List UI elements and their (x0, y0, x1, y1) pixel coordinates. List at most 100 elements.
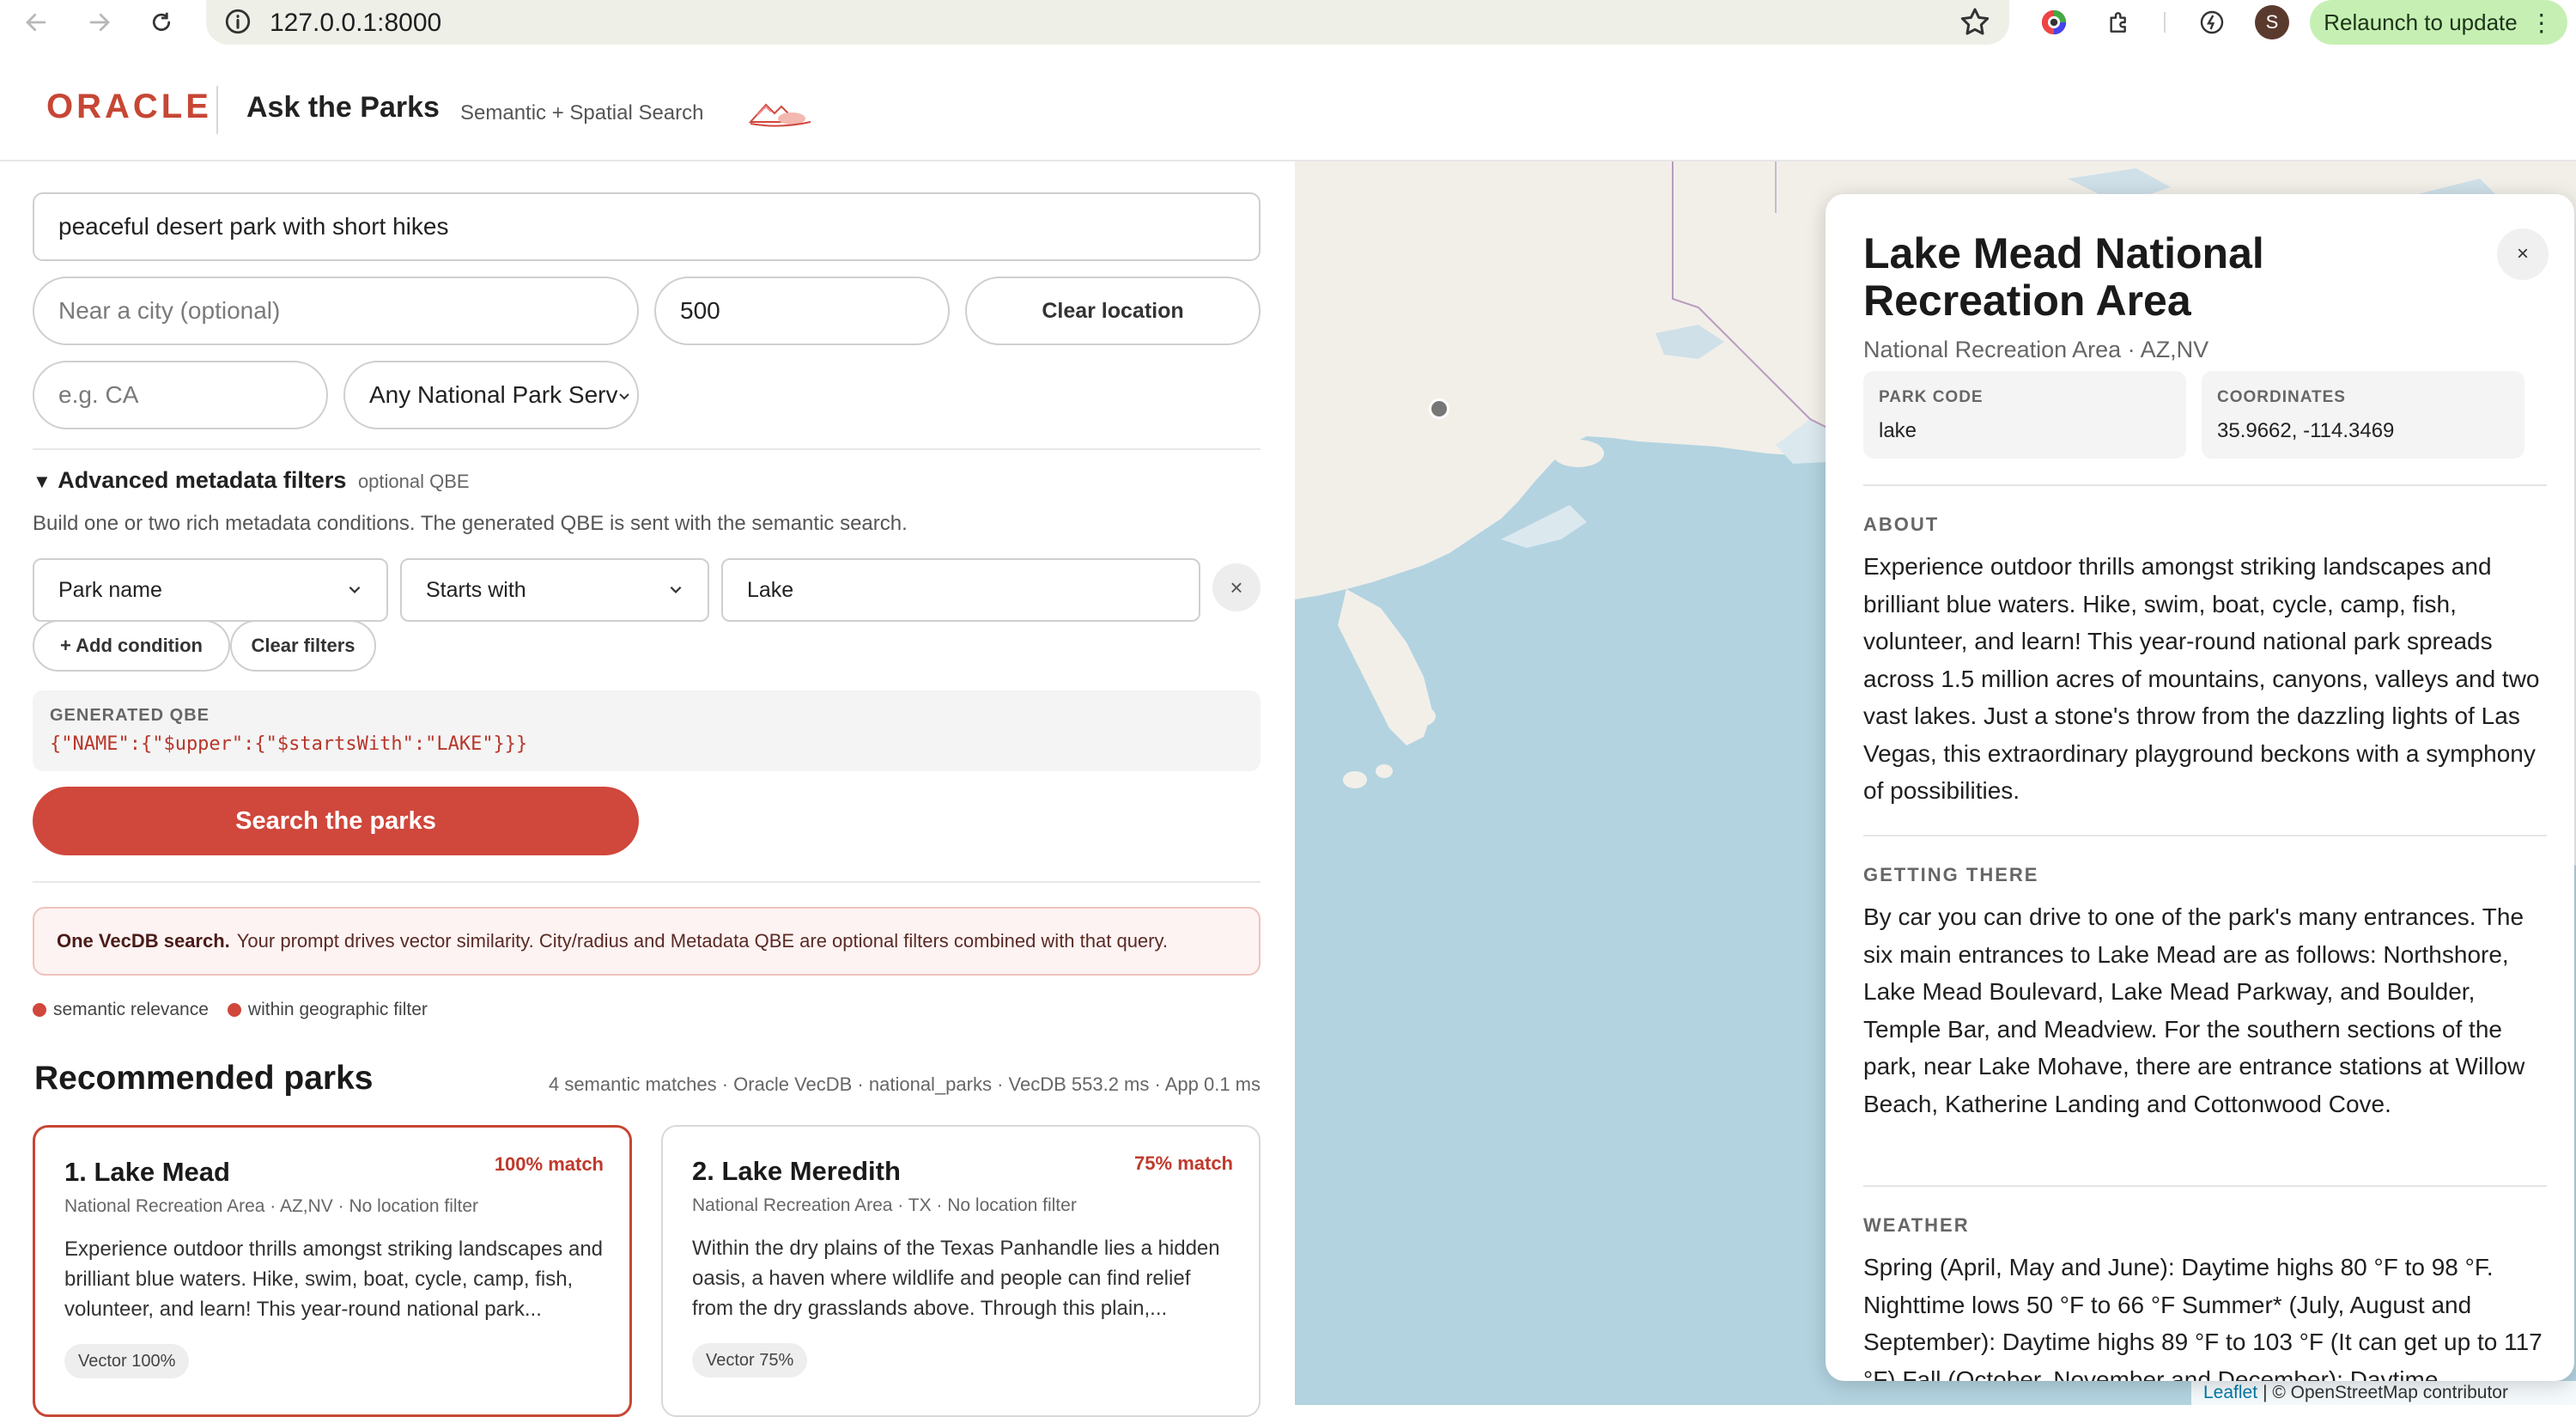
chevron-down-icon (668, 578, 683, 603)
results-meta: 4 semantic matches · Oracle VecDB · nati… (548, 1073, 1261, 1095)
site-info-icon[interactable] (223, 7, 252, 36)
query-text: peaceful desert park with short hikes (58, 213, 449, 240)
advanced-filters-toggle[interactable]: ▼ Advanced metadata filters optional QBE (33, 467, 470, 494)
operator-select[interactable]: Starts with (400, 558, 709, 622)
profile-avatar[interactable]: S (2255, 5, 2289, 40)
back-icon[interactable] (19, 5, 53, 40)
menu-dots-icon[interactable]: ⋮ (2530, 9, 2554, 37)
result-card[interactable]: 1. Lake Mead 100% match National Recreat… (33, 1125, 632, 1417)
osm-attribution: | © OpenStreetMap contributor (2263, 1383, 2508, 1402)
card-name: 1. Lake Mead (64, 1157, 230, 1187)
field-value: Park name (58, 577, 162, 602)
park-mountain-icon (748, 96, 812, 131)
color-picker-extension-icon[interactable] (2037, 5, 2071, 40)
section-divider (1863, 1185, 2547, 1187)
close-detail-button[interactable]: × (2497, 228, 2549, 280)
park-code-label: PARK CODE (1879, 388, 1984, 406)
search-panel: peaceful desert park with short hikes Ne… (0, 161, 1295, 1417)
section-divider (33, 448, 1261, 450)
relaunch-label: Relaunch to update (2324, 9, 2518, 35)
card-description: Within the dry plains of the Texas Panha… (692, 1237, 1220, 1320)
vector-chip: Vector 75% (692, 1343, 808, 1377)
state-placeholder: e.g. CA (58, 381, 139, 408)
reload-icon[interactable] (144, 5, 179, 40)
card-match: 100% match (494, 1153, 604, 1175)
value-input[interactable]: Lake (721, 558, 1200, 622)
map-marker[interactable] (1429, 398, 1449, 419)
city-input[interactable]: Near a city (optional) (33, 277, 639, 345)
relaunch-button[interactable]: Relaunch to update ⋮ (2310, 0, 2567, 45)
legend-dot (33, 1003, 46, 1017)
address-bar[interactable]: 127.0.0.1:8000 (206, 0, 2009, 45)
vecdb-notice: One VecDB search. Your prompt drives vec… (33, 907, 1261, 976)
browser-toolbar: 127.0.0.1:8000 S Relaunch to update ⋮ (0, 0, 2576, 45)
coordinates-value: 35.9662, -114.3469 (2217, 419, 2395, 442)
header-divider (216, 86, 218, 134)
filter-value: Lake (747, 577, 794, 602)
extensions-puzzle-icon[interactable] (2102, 5, 2136, 40)
park-code-value: lake (1879, 419, 1917, 442)
legend-label: within geographic filter (247, 1000, 428, 1019)
park-code-stat: PARK CODE lake (1863, 371, 2186, 459)
card-name: 2. Lake Meredith (692, 1156, 901, 1186)
generated-qbe-box: GENERATED QBE {"NAME":{"$upper":{"$start… (33, 690, 1261, 771)
performance-icon[interactable] (2195, 5, 2229, 40)
section-divider (1863, 835, 2547, 836)
app-header: ORACLE Ask the Parks Semantic + Spatial … (0, 60, 2576, 161)
toolbar-separator (2164, 12, 2166, 33)
card-description: Experience outdoor thrills amongst strik… (64, 1238, 604, 1321)
close-icon: × (1230, 574, 1243, 600)
app-title: Ask the Parks (246, 91, 440, 124)
field-select[interactable]: Park name (33, 558, 388, 622)
operator-value: Starts with (426, 577, 526, 602)
result-card[interactable]: 2. Lake Meredith 75% match National Recr… (661, 1125, 1261, 1417)
card-subtitle: National Recreation Area · TX · No locat… (692, 1195, 1077, 1215)
add-condition-button[interactable]: + Add condition (33, 620, 230, 672)
legend-label: semantic relevance (53, 1000, 209, 1019)
query-input[interactable]: peaceful desert park with short hikes (33, 192, 1261, 261)
legend-item: within geographic filter (227, 1000, 428, 1020)
qbe-code: {"NAME":{"$upper":{"$startsWith":"LAKE"}… (50, 733, 528, 755)
detail-subtitle: National Recreation Area · AZ,NV (1863, 337, 2209, 362)
leaflet-link[interactable]: Leaflet (2203, 1383, 2257, 1403)
section-divider (33, 881, 1261, 883)
about-heading: ABOUT (1863, 514, 1940, 535)
notice-bold: One VecDB search. (57, 930, 230, 952)
notice-text: Your prompt drives vector similarity. Ci… (236, 930, 1168, 952)
close-icon: × (2516, 242, 2529, 265)
designation-select[interactable]: Any National Park Serv (343, 361, 639, 429)
detail-title: Lake Mead National Recreation Area (1863, 229, 2264, 325)
bookmark-star-icon[interactable] (1958, 5, 1992, 40)
section-divider (1863, 484, 2547, 486)
chevron-down-icon (347, 578, 362, 603)
park-detail-panel: × Lake Mead National Recreation Area Nat… (1826, 194, 2574, 1381)
chevron-down-icon (617, 381, 631, 409)
card-subtitle: National Recreation Area · AZ,NV · No lo… (64, 1196, 479, 1216)
forward-icon[interactable] (82, 5, 117, 40)
about-text: Experience outdoor thrills amongst strik… (1863, 553, 2540, 804)
clear-location-button[interactable]: Clear location (965, 277, 1261, 345)
map-legend: semantic relevance within geographic fil… (33, 1000, 447, 1020)
app-subtitle: Semantic + Spatial Search (460, 101, 704, 125)
legend-item: semantic relevance (33, 1000, 209, 1020)
qbe-label: GENERATED QBE (50, 706, 210, 725)
oracle-logo: ORACLE (46, 88, 212, 125)
remove-condition-button[interactable]: × (1212, 563, 1261, 611)
optional-tag: optional QBE (357, 471, 470, 492)
getting-there-heading: GETTING THERE (1863, 864, 2039, 885)
search-button[interactable]: Search the parks (33, 787, 639, 855)
coordinates-label: COORDINATES (2217, 388, 2346, 406)
results-title: Recommended parks (34, 1060, 374, 1097)
city-placeholder: Near a city (optional) (58, 297, 281, 324)
caret-down-icon: ▼ (33, 471, 52, 492)
legend-dot (227, 1003, 241, 1017)
weather-heading: WEATHER (1863, 1214, 1970, 1236)
url-text: 127.0.0.1:8000 (270, 9, 442, 37)
getting-there-text: By car you can drive to one of the park'… (1863, 903, 2525, 1117)
radius-value: 500 (680, 297, 720, 324)
vector-chip: Vector 100% (64, 1344, 190, 1378)
radius-input[interactable]: 500 (654, 277, 950, 345)
state-input[interactable]: e.g. CA (33, 361, 328, 429)
clear-filters-button[interactable]: Clear filters (230, 620, 376, 672)
weather-text: Spring (April, May and June): Daytime hi… (1863, 1254, 2543, 1381)
